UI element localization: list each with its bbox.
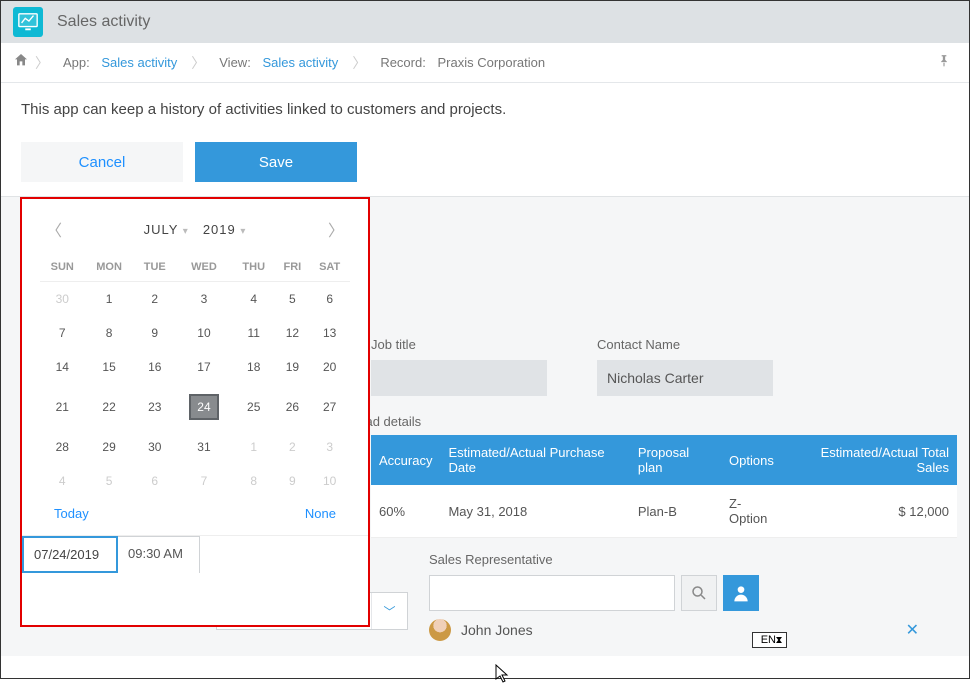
calendar-day[interactable]: 3 <box>309 430 350 464</box>
calendar-day[interactable]: 19 <box>275 350 309 384</box>
avatar <box>429 619 451 641</box>
contact-name-label: Contact Name <box>597 337 773 352</box>
col-purchase-date: Estimated/Actual Purchase Date <box>440 435 629 485</box>
calendar-day[interactable]: 9 <box>275 464 309 498</box>
calendar-day[interactable]: 6 <box>134 464 176 498</box>
calendar-day[interactable]: 29 <box>85 430 134 464</box>
calendar-day[interactable]: 10 <box>176 316 232 350</box>
calendar-day[interactable]: 2 <box>134 282 176 317</box>
lead-details-table: Accuracy Estimated/Actual Purchase Date … <box>371 435 957 538</box>
calendar-day[interactable]: 25 <box>232 384 275 430</box>
home-icon[interactable] <box>13 52 29 73</box>
calendar-day[interactable]: 20 <box>309 350 350 384</box>
calendar-day[interactable]: 13 <box>309 316 350 350</box>
calendar-day[interactable]: 28 <box>40 430 85 464</box>
page-title: Sales activity <box>57 13 150 31</box>
chevron-down-icon[interactable]: ﹀ <box>371 593 407 629</box>
toolbar: Cancel Save <box>1 136 969 196</box>
job-title-field[interactable] <box>371 360 547 396</box>
calendar-day[interactable]: 17 <box>176 350 232 384</box>
col-options: Options <box>721 435 787 485</box>
calendar-day[interactable]: 6 <box>309 282 350 317</box>
calendar-day[interactable]: 2 <box>275 430 309 464</box>
calendar-day[interactable]: 15 <box>85 350 134 384</box>
contact-name-field[interactable] <box>597 360 773 396</box>
sales-rep-label: Sales Representative <box>429 552 959 567</box>
sales-rep-name: John Jones <box>461 622 533 638</box>
calendar-day[interactable]: 30 <box>134 430 176 464</box>
chevron-down-icon: ▾ <box>240 226 246 237</box>
search-button[interactable] <box>681 575 717 611</box>
calendar-day[interactable]: 10 <box>309 464 350 498</box>
crumb-view: View: Sales activity <box>211 55 346 70</box>
month-select[interactable]: JULY ▾ <box>144 222 189 237</box>
col-accuracy: Accuracy <box>371 435 440 485</box>
crumb-record: Record: Praxis Corporation <box>372 55 553 70</box>
calendar-day[interactable]: 26 <box>275 384 309 430</box>
calendar-day[interactable]: 7 <box>40 316 85 350</box>
next-month-button[interactable]: 〉 <box>328 217 344 241</box>
time-input[interactable]: 09:30 AM <box>118 536 200 573</box>
calendar-day[interactable]: 11 <box>232 316 275 350</box>
calendar-day[interactable]: 8 <box>232 464 275 498</box>
calendar-day[interactable]: 5 <box>275 282 309 317</box>
chevron-down-icon: ▾ <box>183 226 189 237</box>
calendar-day[interactable]: 24 <box>176 384 232 430</box>
calendar-day[interactable]: 8 <box>85 316 134 350</box>
breadcrumb: 〉 App: Sales activity 〉 View: Sales acti… <box>1 43 969 83</box>
calendar-day[interactable]: 4 <box>40 464 85 498</box>
crumb-app-link[interactable]: Sales activity <box>101 55 177 70</box>
calendar-day[interactable]: 22 <box>85 384 134 430</box>
calendar-day[interactable]: 27 <box>309 384 350 430</box>
none-button[interactable]: None <box>305 506 336 521</box>
save-button[interactable]: Save <box>195 142 357 182</box>
app-icon <box>13 7 43 37</box>
col-proposal-plan: Proposal plan <box>630 435 721 485</box>
calendar-day[interactable]: 1 <box>232 430 275 464</box>
calendar-grid: SUNMONTUEWEDTHUFRISAT 301234567891011121… <box>40 253 350 498</box>
crumb-view-link[interactable]: Sales activity <box>262 55 338 70</box>
calendar-day[interactable]: 5 <box>85 464 134 498</box>
sales-rep-chip: John Jones ✕ <box>429 619 959 641</box>
calendar-day[interactable]: 1 <box>85 282 134 317</box>
pin-icon[interactable] <box>937 54 951 72</box>
job-title-label: Job title <box>371 337 547 352</box>
calendar-day[interactable]: 23 <box>134 384 176 430</box>
sales-rep-input[interactable] <box>429 575 675 611</box>
calendar-day[interactable]: 12 <box>275 316 309 350</box>
title-bar: Sales activity <box>1 1 969 43</box>
calendar-day[interactable]: 4 <box>232 282 275 317</box>
table-row[interactable]: 60% May 31, 2018 Plan-B Z-Option $ 12,00… <box>371 485 957 538</box>
year-select[interactable]: 2019 ▾ <box>203 222 247 237</box>
chevron-right-icon: 〉 <box>191 53 205 73</box>
calendar-day[interactable]: 21 <box>40 384 85 430</box>
prev-month-button[interactable]: 〈 <box>46 217 62 241</box>
chevron-right-icon: 〉 <box>35 53 49 73</box>
calendar-day[interactable]: 9 <box>134 316 176 350</box>
today-button[interactable]: Today <box>54 506 89 521</box>
workspace: 〈 JULY ▾ 2019 ▾ 〉 SUNMONTUEWEDTHUFRISAT … <box>1 196 969 656</box>
calendar-day[interactable]: 3 <box>176 282 232 317</box>
cursor-icon <box>495 664 511 689</box>
person-button[interactable] <box>723 575 759 611</box>
crumb-app: App: Sales activity <box>55 55 185 70</box>
calendar-day[interactable]: 30 <box>40 282 85 317</box>
cancel-button[interactable]: Cancel <box>21 142 183 182</box>
remove-rep-button[interactable]: ✕ <box>906 620 919 640</box>
calendar-day[interactable]: 7 <box>176 464 232 498</box>
language-selector[interactable]: EN <box>752 632 787 648</box>
calendar-day[interactable]: 14 <box>40 350 85 384</box>
app-description: This app can keep a history of activitie… <box>1 83 969 136</box>
datepicker-panel: 〈 JULY ▾ 2019 ▾ 〉 SUNMONTUEWEDTHUFRISAT … <box>20 197 370 627</box>
calendar-day[interactable]: 18 <box>232 350 275 384</box>
lead-details-label: Lead details <box>351 414 959 429</box>
col-total-sales: Estimated/Actual Total Sales <box>787 435 957 485</box>
calendar-day[interactable]: 16 <box>134 350 176 384</box>
chevron-right-icon: 〉 <box>352 53 366 73</box>
calendar-day[interactable]: 31 <box>176 430 232 464</box>
date-input[interactable]: 07/24/2019 <box>22 536 118 573</box>
